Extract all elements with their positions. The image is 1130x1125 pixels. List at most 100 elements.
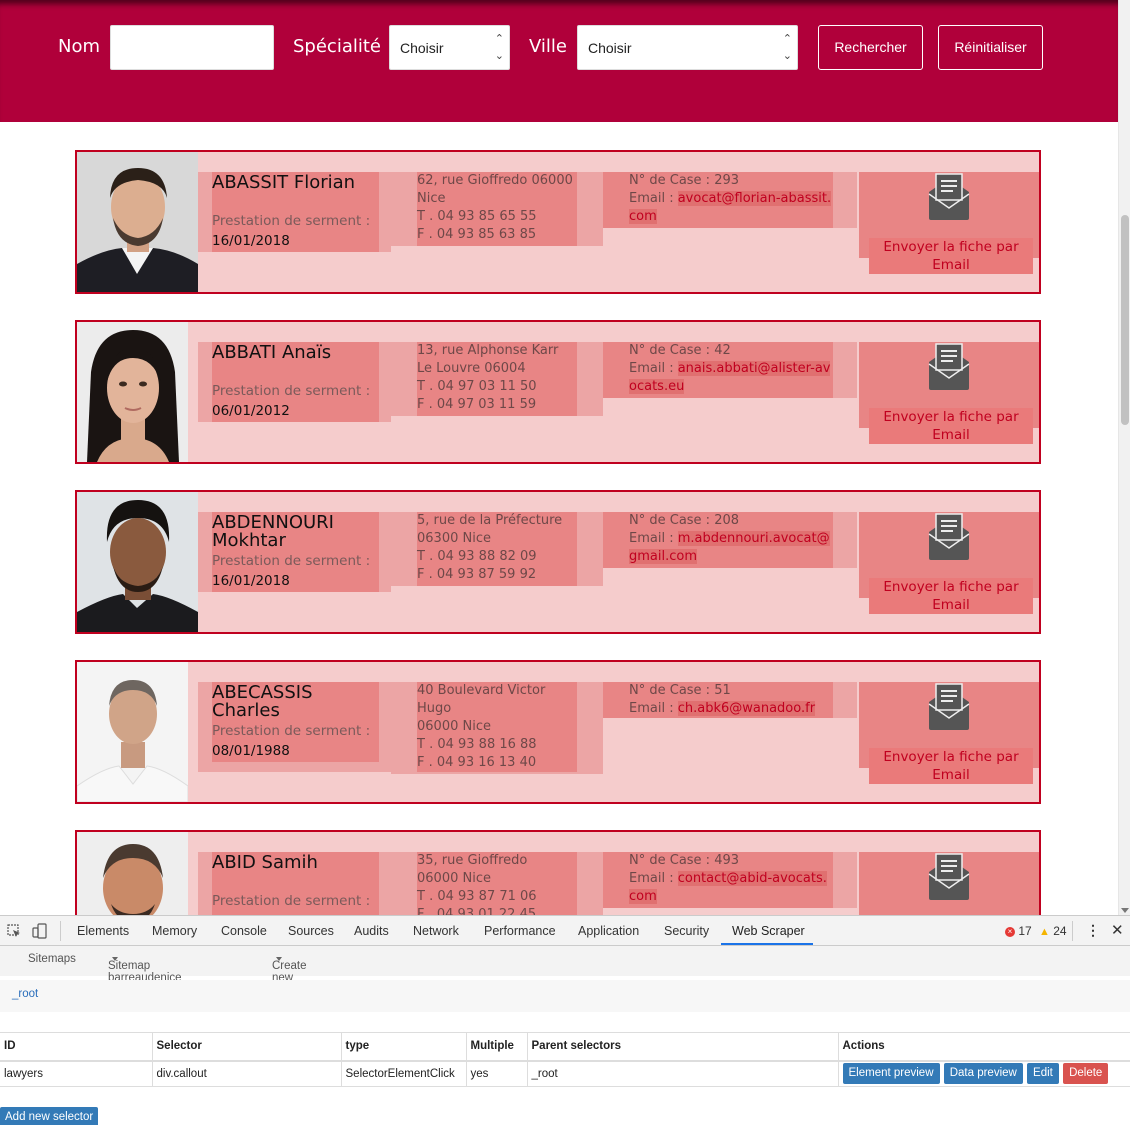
col-type: type — [340, 1032, 466, 1062]
tab-application[interactable]: Application — [578, 924, 639, 938]
warning-icon: ▲ — [1039, 926, 1050, 938]
send-email-box[interactable]: Envoyer la fiche par Email — [859, 342, 1039, 444]
edit-button[interactable]: Edit — [1027, 1063, 1059, 1085]
identity-column: ABDENNOURI Mokhtar Prestation de serment… — [198, 512, 391, 592]
contact-column: N° de Case : 51 Email : ch.abk6@wanadoo.… — [603, 682, 857, 718]
contact-column: N° de Case : 42 Email : anais.abbati@ali… — [603, 342, 857, 398]
address-column: 5, rue de la Préfecture 06300 Nice T . 0… — [391, 512, 603, 586]
table-header-row: ID Selector type Multiple Parent selecto… — [0, 1032, 1130, 1062]
email-link[interactable]: ch.abk6@wanadoo.fr — [677, 701, 816, 716]
case-number: N° de Case : 51 — [629, 683, 731, 698]
envelope-icon — [928, 343, 970, 390]
address-column: 40 Boulevard Victor Hugo 06000 Nice T . … — [391, 682, 603, 774]
error-icon: × — [1005, 926, 1015, 937]
case-number: N° de Case : 493 — [629, 853, 740, 868]
send-email-link[interactable]: Envoyer la fiche par Email — [869, 408, 1033, 444]
element-preview-button[interactable]: Element preview — [842, 1063, 940, 1085]
row-multiple: yes — [465, 1060, 527, 1087]
scrollbar-thumb[interactable] — [1121, 215, 1129, 425]
sitemaps-link[interactable]: Sitemaps — [28, 953, 76, 965]
warning-count[interactable]: ▲ 24 — [1039, 924, 1067, 938]
table-row[interactable]: lawyers div.callout SelectorElementClick… — [0, 1060, 1130, 1087]
send-email-link[interactable]: Envoyer la fiche par Email — [869, 578, 1033, 614]
lawyer-name: ABBATI Anaïs — [212, 342, 332, 363]
devtools-tabbar: Elements Memory Console Sources Audits N… — [0, 916, 1130, 946]
lawyer-card[interactable]: ABDENNOURI Mokhtar Prestation de serment… — [75, 490, 1041, 634]
send-email-link[interactable]: Envoyer la fiche par Email — [869, 238, 1033, 274]
col-multiple: Multiple — [465, 1032, 527, 1062]
more-options-icon[interactable]: ⋮ — [1086, 922, 1100, 939]
tab-network[interactable]: Network — [413, 924, 459, 938]
contact-column: N° de Case : 493 Email : contact@abid-av… — [603, 852, 857, 908]
envelope-icon — [928, 513, 970, 560]
serment-label: Prestation de serment : — [212, 213, 371, 229]
inspect-icon[interactable] — [7, 924, 21, 938]
envelope-icon — [928, 173, 970, 220]
envelope-icon — [928, 853, 970, 900]
sitemap-dropdown[interactable]: Sitemap barreaudenice — [108, 953, 182, 984]
scraper-nav: Sitemaps Sitemap barreaudenice Create ne… — [0, 946, 1130, 996]
reset-button[interactable]: Réinitialiser — [938, 25, 1043, 70]
identity-column: ABASSIT Florian Prestation de serment : … — [198, 172, 391, 252]
page-scrollbar[interactable] — [1118, 0, 1130, 915]
tab-security[interactable]: Security — [664, 924, 709, 938]
error-count[interactable]: × 17 — [1005, 924, 1032, 938]
nom-input[interactable] — [110, 25, 274, 70]
tab-memory[interactable]: Memory — [152, 924, 197, 938]
add-selector-button[interactable]: Add new selector — [0, 1107, 99, 1125]
serment-label: Prestation de serment : — [212, 383, 371, 399]
case-number: N° de Case : 293 — [629, 173, 740, 188]
select-arrows-icon: ⌃ ⌄ — [782, 33, 792, 62]
row-parent: _root — [526, 1060, 838, 1087]
tab-elements[interactable]: Elements — [77, 924, 129, 938]
tab-web-scraper[interactable]: Web Scraper — [732, 924, 805, 938]
close-icon[interactable]: ✕ — [1111, 921, 1124, 939]
selectors-table: ID Selector type Multiple Parent selecto… — [0, 1032, 1130, 1087]
lawyer-card[interactable]: ABECASSIS Charles Prestation de serment … — [75, 660, 1041, 804]
select-arrows-icon: ⌃ ⌄ — [494, 33, 504, 62]
lawyer-card[interactable]: ABBATI Anaïs Prestation de serment : 06/… — [75, 320, 1041, 464]
lawyer-name: ABDENNOURI Mokhtar — [212, 512, 334, 551]
col-parent: Parent selectors — [526, 1032, 838, 1062]
delete-button[interactable]: Delete — [1063, 1063, 1109, 1085]
tab-performance[interactable]: Performance — [484, 924, 556, 938]
search-button[interactable]: Rechercher — [818, 25, 923, 70]
send-email-box[interactable]: Envoyer la fiche par Email — [859, 172, 1039, 274]
create-sitemap-dropdown[interactable]: Create new sitemap — [272, 953, 312, 996]
serment-date: 16/01/2018 — [212, 233, 290, 249]
send-email-box[interactable]: Envoyer la fiche par Email — [859, 512, 1039, 614]
lawyer-photo — [77, 662, 188, 802]
email-label: Email : — [629, 361, 678, 376]
email-label: Email : — [629, 531, 678, 546]
row-id: lawyers — [0, 1060, 152, 1087]
lawyer-card[interactable]: ABASSIT Florian Prestation de serment : … — [75, 150, 1041, 294]
serment-label: Prestation de serment : — [212, 893, 371, 909]
send-email-box[interactable]: Envoyer la fiche par Email — [859, 682, 1039, 784]
row-type: SelectorElementClick — [340, 1060, 466, 1087]
serment-date: 06/01/2012 — [212, 403, 290, 419]
case-number: N° de Case : 208 — [629, 513, 740, 528]
ville-value: Choisir — [588, 40, 632, 56]
row-actions: Element preview Data preview Edit Delete — [837, 1060, 1130, 1087]
breadcrumb-root[interactable]: _root — [12, 988, 38, 1000]
scroll-down-icon[interactable] — [1121, 908, 1129, 913]
lawyer-photo — [77, 152, 198, 292]
serment-label: Prestation de serment : — [212, 553, 371, 569]
contact-column: N° de Case : 293 Email : avocat@florian-… — [603, 172, 857, 228]
col-actions: Actions — [837, 1032, 1130, 1062]
tab-console[interactable]: Console — [221, 924, 267, 938]
send-email-link[interactable]: Envoyer la fiche par Email — [869, 748, 1033, 784]
device-toggle-icon[interactable] — [32, 923, 48, 939]
address-column: 13, rue Alphonse Karr Le Louvre 06004 T … — [391, 342, 603, 416]
breadcrumb: _root — [0, 980, 1130, 1012]
specialite-select[interactable]: Choisir ⌃ ⌄ — [389, 25, 510, 70]
lawyer-photo — [77, 322, 188, 462]
lawyer-name: ABID Samih — [212, 852, 318, 873]
tab-sources[interactable]: Sources — [288, 924, 334, 938]
ville-label: Ville — [529, 36, 567, 57]
address-column: 62, rue Gioffredo 06000 Nice T . 04 93 8… — [391, 172, 603, 246]
lawyer-address: 40 Boulevard Victor Hugo 06000 Nice T . … — [417, 683, 546, 770]
data-preview-button[interactable]: Data preview — [943, 1063, 1023, 1085]
tab-audits[interactable]: Audits — [354, 924, 389, 938]
ville-select[interactable]: Choisir ⌃ ⌄ — [577, 25, 798, 70]
